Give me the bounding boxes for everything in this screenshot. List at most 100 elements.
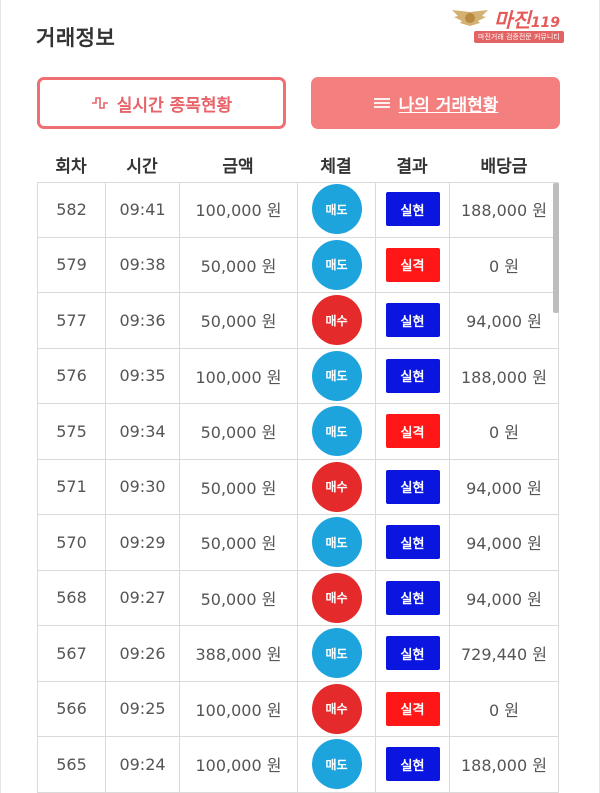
- round-cell: 571: [37, 459, 105, 514]
- panel-left-border: [0, 0, 1, 793]
- trade-cell: 매도: [297, 237, 375, 292]
- watermark-brand: 마진119: [494, 8, 561, 32]
- scrollbar[interactable]: [553, 183, 559, 313]
- result-cell: 실격: [375, 681, 449, 736]
- round-cell: 570: [37, 515, 105, 570]
- round-cell: 565: [37, 737, 105, 792]
- trade-cell: 매도: [297, 182, 375, 237]
- trade-type-badge: 매도: [311, 517, 362, 568]
- payout-cell: 188,000 원: [449, 348, 559, 403]
- table-row: 579 09:38 50,000 원 매도 실격 0 원: [37, 237, 559, 293]
- trade-table[interactable]: 582 09:41 100,000 원 매도 실현 188,000 원 579 09:38 50…: [37, 182, 559, 793]
- amount-cell: 100,000 원: [179, 737, 297, 792]
- payout-cell: 0 원: [449, 237, 559, 292]
- amount-cell: 388,000 원: [179, 626, 297, 681]
- time-cell: 09:26: [105, 626, 179, 681]
- header-result: 결과: [396, 157, 428, 177]
- trade-cell: 매수: [297, 570, 375, 625]
- table-row: 566 09:25 100,000 원 매수 실격 0 원: [37, 681, 559, 737]
- time-cell: 09:41: [105, 182, 179, 237]
- header-time: 시간: [126, 157, 158, 177]
- trade-cell: 매수: [297, 293, 375, 348]
- header-trade: 체결: [320, 157, 352, 177]
- amount-cell: 100,000 원: [179, 681, 297, 736]
- trade-cell: 매수: [297, 681, 375, 736]
- result-badge: 실격: [385, 414, 440, 449]
- table-row: 575 09:34 50,000 원 매도 실격 0 원: [37, 404, 559, 460]
- amount-cell: 50,000 원: [179, 293, 297, 348]
- table-row: 576 09:35 100,000 원 매도 실현 188,000 원: [37, 348, 559, 404]
- round-cell: 582: [37, 182, 105, 237]
- payout-cell: 94,000 원: [449, 570, 559, 625]
- my-trades-label: 나의 거래현황: [398, 95, 499, 116]
- result-cell: 실현: [375, 182, 449, 237]
- payout-cell: 188,000 원: [449, 737, 559, 792]
- result-cell: 실현: [375, 348, 449, 403]
- amount-cell: 50,000 원: [179, 237, 297, 292]
- amount-cell: 50,000 원: [179, 459, 297, 514]
- payout-cell: 0 원: [449, 681, 559, 736]
- watermark-tagline: 마진거래 검증전문 커뮤니티: [474, 31, 564, 43]
- trade-cell: 매도: [297, 515, 375, 570]
- payout-cell: 94,000 원: [449, 515, 559, 570]
- time-cell: 09:38: [105, 237, 179, 292]
- time-cell: 09:24: [105, 737, 179, 792]
- time-cell: 09:29: [105, 515, 179, 570]
- table-row: 567 09:26 388,000 원 매도 실현 729,440 원: [37, 626, 559, 682]
- trade-cell: 매도: [297, 404, 375, 459]
- trade-type-badge: 매도: [311, 628, 362, 679]
- result-badge: 실현: [385, 636, 440, 671]
- result-cell: 실현: [375, 737, 449, 792]
- round-cell: 575: [37, 404, 105, 459]
- time-cell: 09:35: [105, 348, 179, 403]
- trade-cell: 매도: [297, 348, 375, 403]
- round-cell: 579: [37, 237, 105, 292]
- amount-cell: 50,000 원: [179, 515, 297, 570]
- header-round: 회차: [55, 157, 87, 177]
- result-badge: 실현: [385, 525, 440, 560]
- wings-logo-icon: [452, 10, 488, 26]
- amount-cell: 100,000 원: [179, 348, 297, 403]
- page-title: 거래정보: [36, 26, 116, 50]
- result-cell: 실현: [375, 293, 449, 348]
- table-header: 회차 시간 금액 체결 결과 배당금: [37, 152, 559, 180]
- live-status-label: 실시간 종목현황: [116, 95, 233, 116]
- trade-cell: 매수: [297, 459, 375, 514]
- result-cell: 실현: [375, 515, 449, 570]
- trade-type-badge: 매수: [311, 461, 362, 512]
- trade-type-badge: 매수: [311, 683, 362, 734]
- table-row: 568 09:27 50,000 원 매수 실현 94,000 원: [37, 570, 559, 626]
- result-badge: 실현: [385, 358, 440, 393]
- amount-cell: 50,000 원: [179, 404, 297, 459]
- trade-type-badge: 매수: [311, 295, 362, 346]
- trade-cell: 매도: [297, 626, 375, 681]
- result-cell: 실격: [375, 404, 449, 459]
- time-cell: 09:34: [105, 404, 179, 459]
- live-status-button[interactable]: 실시간 종목현황: [37, 77, 286, 129]
- time-cell: 09:27: [105, 570, 179, 625]
- result-cell: 실현: [375, 626, 449, 681]
- payout-cell: 94,000 원: [449, 293, 559, 348]
- result-badge: 실격: [385, 247, 440, 282]
- trade-type-badge: 매수: [311, 572, 362, 623]
- time-cell: 09:30: [105, 459, 179, 514]
- result-badge: 실현: [385, 303, 440, 338]
- result-badge: 실현: [385, 580, 440, 615]
- result-cell: 실현: [375, 459, 449, 514]
- my-trades-button[interactable]: 나의 거래현황: [311, 77, 560, 129]
- amount-cell: 100,000 원: [179, 182, 297, 237]
- header-amount: 금액: [222, 157, 254, 177]
- table-row: 582 09:41 100,000 원 매도 실현 188,000 원: [37, 182, 559, 238]
- menu-lines-icon: [373, 97, 391, 109]
- round-cell: 566: [37, 681, 105, 736]
- result-cell: 실격: [375, 237, 449, 292]
- trade-type-badge: 매도: [311, 406, 362, 457]
- table-row: 577 09:36 50,000 원 매수 실현 94,000 원: [37, 293, 559, 349]
- table-row: 570 09:29 50,000 원 매도 실현 94,000 원: [37, 515, 559, 571]
- payout-cell: 0 원: [449, 404, 559, 459]
- table-row: 565 09:24 100,000 원 매도 실현 188,000 원: [37, 737, 559, 793]
- time-cell: 09:36: [105, 293, 179, 348]
- payout-cell: 729,440 원: [449, 626, 559, 681]
- payout-cell: 94,000 원: [449, 459, 559, 514]
- payout-cell: 188,000 원: [449, 182, 559, 237]
